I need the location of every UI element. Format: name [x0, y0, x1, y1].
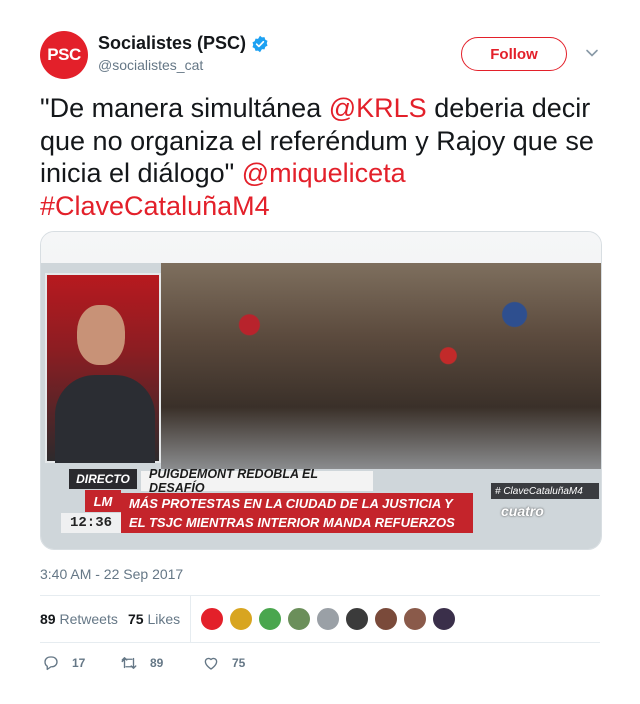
- program-logo: LM: [85, 490, 121, 512]
- speaker-face: [77, 305, 125, 365]
- hashtag-link[interactable]: #ClaveCataluñaM4: [40, 191, 270, 221]
- broadcast-hashtag: # ClaveCataluñaM4: [491, 483, 599, 499]
- account-name-block[interactable]: Socialistes (PSC) @socialistes_cat: [98, 33, 269, 73]
- man-avatar[interactable]: [403, 607, 427, 631]
- retweets-label: Retweets: [59, 611, 118, 627]
- tweet-text-part: "De manera simultánea: [40, 93, 329, 123]
- display-name[interactable]: Socialistes (PSC): [98, 33, 269, 54]
- live-label: DIRECTO: [69, 469, 137, 489]
- tweet-actions: 17 89 75: [40, 654, 340, 674]
- grey-avatar[interactable]: [316, 607, 340, 631]
- retweet-count: 89: [150, 656, 164, 670]
- reply-icon: [44, 656, 58, 671]
- likes-stat[interactable]: 75 Likes: [128, 611, 180, 627]
- headline-top: PUIGDEMONT REDOBLA EL DESAFÍO: [141, 467, 373, 495]
- likes-count: 75: [128, 611, 144, 627]
- retweets-stat[interactable]: 89 Retweets: [40, 611, 118, 627]
- heart-icon: [204, 657, 218, 670]
- headline-main: MÁS PROTESTAS EN LA CIUDAD DE LA JUSTICI…: [121, 493, 473, 533]
- mention-link-miqueliceta[interactable]: @miqueliceta: [242, 158, 406, 188]
- inset-interview: [45, 273, 161, 463]
- account-handle[interactable]: @socialistes_cat: [98, 57, 269, 73]
- reply-count: 17: [72, 656, 86, 670]
- dark-avatar[interactable]: [432, 607, 456, 631]
- tweet-media-image[interactable]: DIRECTO PUIGDEMONT REDOBLA EL DESAFÍO LM…: [40, 231, 602, 550]
- account-avatar[interactable]: PSC: [40, 31, 88, 79]
- channel-logo: cuatro: [501, 503, 544, 519]
- follow-button[interactable]: Follow: [461, 37, 567, 71]
- broadcast-lower-third: DIRECTO PUIGDEMONT REDOBLA EL DESAFÍO LM…: [41, 467, 601, 549]
- woman-avatar[interactable]: [374, 607, 398, 631]
- like-action[interactable]: 75: [202, 654, 245, 672]
- retweet-action[interactable]: 89: [120, 654, 163, 672]
- likes-label: Likes: [147, 611, 181, 627]
- retweet-icon: [121, 657, 137, 669]
- reply-action[interactable]: 17: [42, 654, 85, 672]
- mention-link-krls[interactable]: @KRLS: [329, 93, 427, 123]
- chevron-down-icon[interactable]: [585, 46, 599, 60]
- retweets-count: 89: [40, 611, 56, 627]
- tweet-header: PSC Socialistes (PSC) @socialistes_cat F…: [40, 30, 600, 82]
- headline-line-2: EL TSJC MIENTRAS INTERIOR MANDA REFUERZO…: [129, 515, 455, 530]
- verified-badge-icon: [252, 35, 268, 52]
- rainbow-avatar[interactable]: [258, 607, 282, 631]
- liker-avatars: [200, 607, 461, 631]
- crowd-photo: [161, 263, 601, 469]
- stats-divider: [190, 596, 191, 642]
- flag-avatar[interactable]: [229, 607, 253, 631]
- like-count: 75: [232, 656, 246, 670]
- green-avatar[interactable]: [287, 607, 311, 631]
- person-avatar[interactable]: [345, 607, 369, 631]
- display-name-text: Socialistes (PSC): [98, 33, 247, 53]
- avatar-logo-text: PSC: [47, 45, 81, 64]
- broadcast-clock: 12:36: [61, 513, 121, 533]
- speaker-body: [55, 375, 155, 463]
- tweet-text: "De manera simultánea @KRLS deberia deci…: [40, 92, 600, 222]
- headline-line-1: MÁS PROTESTAS EN LA CIUDAD DE LA JUSTICI…: [129, 496, 453, 511]
- tweet-timestamp[interactable]: 3:40 AM - 22 Sep 2017: [40, 566, 183, 582]
- tweet-stats: 89 Retweets 75 Likes: [40, 595, 600, 643]
- psc-avatar[interactable]: [200, 607, 224, 631]
